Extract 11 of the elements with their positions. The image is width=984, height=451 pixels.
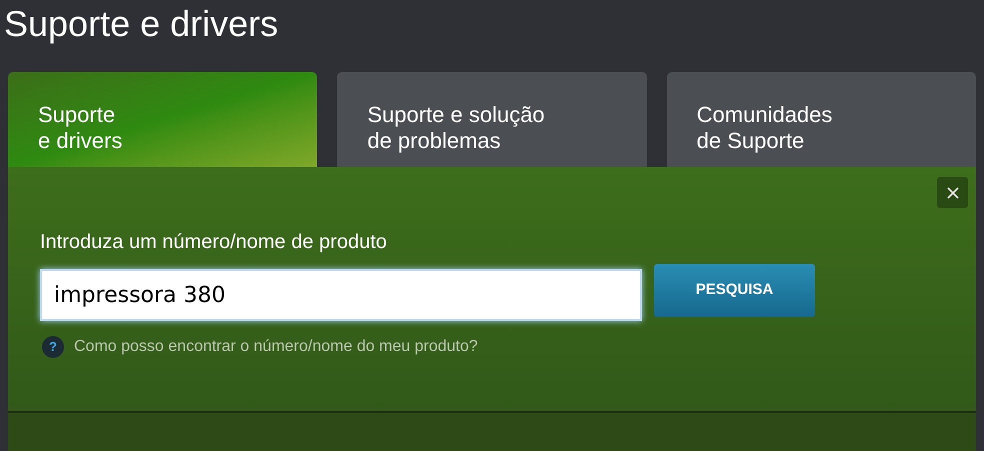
- tab[interactable]: Comunidades de Suporte: [666, 72, 976, 167]
- tab[interactable]: Suporte e drivers: [8, 72, 318, 167]
- help-link[interactable]: Como posso encontrar o número/nome do meu produto?: [74, 335, 478, 359]
- close-button[interactable]: [937, 177, 968, 208]
- search-button[interactable]: PESQUISA: [654, 264, 815, 317]
- page-title: Suporte e drivers: [4, 3, 278, 44]
- help-icon[interactable]: ?: [42, 336, 64, 358]
- search-field[interactable]: impressora 380: [40, 269, 642, 321]
- tab[interactable]: Suporte e solução de problemas: [337, 72, 647, 167]
- search-label: Introduza um número/nome de produto: [40, 230, 388, 254]
- close-icon: [946, 186, 958, 198]
